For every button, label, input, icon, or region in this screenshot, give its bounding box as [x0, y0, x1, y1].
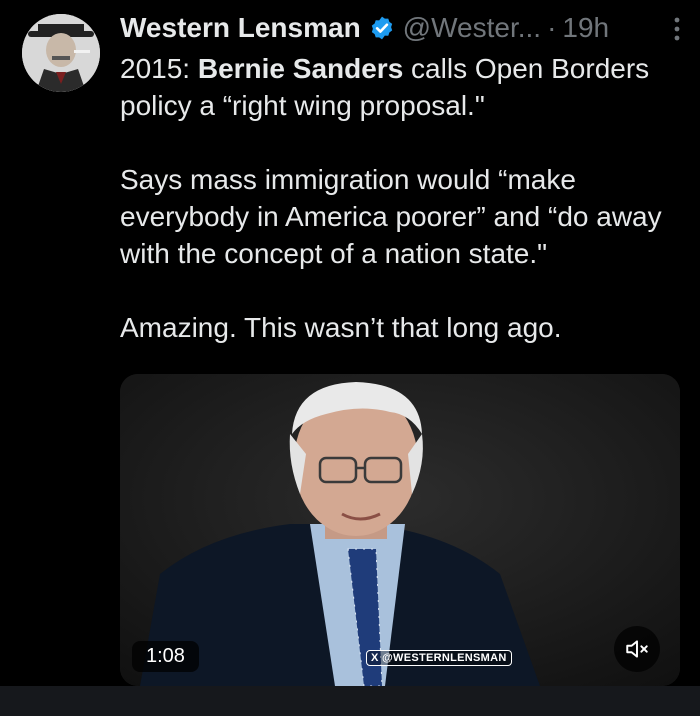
video-watermark: X @WESTERNLENSMAN — [366, 650, 512, 666]
video-frame — [120, 374, 680, 686]
tweet-paragraph-3: Amazing. This wasn’t that long ago. — [120, 312, 562, 343]
muted-speaker-icon[interactable] — [614, 626, 660, 672]
tweet-card[interactable]: Western Lensman @Wester... · 19h 2015: B… — [0, 0, 700, 686]
tweet-line1-prefix: 2015: — [120, 53, 198, 84]
verified-badge-icon — [369, 15, 395, 41]
tweet-paragraph-1: 2015: Bernie Sanders calls Open Borders … — [120, 50, 690, 124]
timestamp[interactable]: 19h — [562, 12, 609, 44]
tweet-paragraph-2: Says mass immigration would “make everyb… — [120, 164, 662, 269]
bottom-divider-strip — [0, 686, 700, 716]
video-duration: 1:08 — [132, 641, 199, 672]
avatar[interactable] — [22, 14, 100, 92]
tweet-header: Western Lensman @Wester... · 19h — [120, 8, 690, 48]
tweet-text: 2015: Bernie Sanders calls Open Borders … — [120, 50, 690, 346]
author-handle[interactable]: @Wester... — [403, 12, 541, 44]
separator-dot: · — [547, 12, 557, 43]
video-player[interactable]: 1:08 X @WESTERNLENSMAN — [120, 374, 680, 686]
author-name[interactable]: Western Lensman — [120, 12, 361, 44]
more-options-icon[interactable] — [670, 14, 684, 44]
tweet-bold-name: Bernie Sanders — [197, 53, 404, 84]
